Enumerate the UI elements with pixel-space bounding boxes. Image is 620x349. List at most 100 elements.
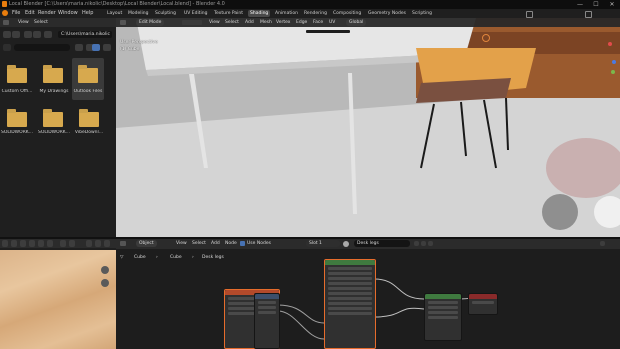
gizmo-y-axis-icon[interactable] (611, 70, 615, 74)
breadcrumb-item: Cube (170, 255, 182, 260)
editor-type-icon[interactable] (2, 240, 8, 247)
image-icon[interactable] (29, 240, 35, 247)
viewport-menu-select[interactable]: Select (225, 20, 239, 25)
fake-user-icon[interactable] (414, 241, 419, 246)
node-editor-header: Object View Select Add Node Use Nodes Sl… (116, 239, 620, 249)
file-browser-toolbar: C:\Users\maria.nikolic (0, 29, 116, 40)
blender-menu-icon[interactable] (2, 10, 8, 16)
uv-icon[interactable] (47, 240, 53, 247)
tab-sculpting[interactable]: Sculpting (153, 10, 178, 17)
tab-shading[interactable]: Shading (248, 10, 271, 17)
file-menu-select[interactable]: Select (34, 20, 48, 25)
use-nodes-checkbox[interactable] (240, 241, 245, 246)
refresh-icon[interactable] (33, 31, 41, 38)
node-menu-view[interactable]: View (176, 241, 187, 246)
tab-animation[interactable]: Animation (273, 10, 300, 17)
viewport-menu-view[interactable]: View (209, 20, 220, 25)
slot-icon[interactable] (60, 240, 66, 247)
view-icon[interactable] (11, 240, 17, 247)
folder-item[interactable]: VibeDownl... (72, 104, 106, 148)
editor-type-icon[interactable] (3, 20, 9, 25)
path-field[interactable]: C:\Users\maria.nikolic (58, 31, 112, 38)
forward-arrow-icon[interactable] (12, 31, 20, 38)
viewport-menu-vertex[interactable]: Vertex (276, 20, 290, 25)
pin-icon[interactable] (600, 241, 605, 246)
3d-cursor-icon (482, 34, 490, 42)
editor-type-icon[interactable] (120, 20, 126, 25)
folder-icon (78, 65, 98, 83)
viewport-menu-uv[interactable]: UV (329, 20, 335, 25)
folder-item[interactable]: Custom Offi... (0, 56, 40, 100)
gizmo-x-axis-icon[interactable] (608, 42, 612, 46)
folder-icon (79, 109, 99, 127)
node-menu-add[interactable]: Add (211, 241, 220, 246)
output-node[interactable] (468, 293, 498, 315)
shader-node-editor[interactable]: Object View Select Add Node Use Nodes Sl… (116, 239, 620, 349)
viewport-menu-face[interactable]: Face (313, 20, 323, 25)
principled-bsdf-node[interactable] (324, 259, 376, 349)
file-menu-view[interactable]: View (18, 20, 29, 25)
tab-compositing[interactable]: Compositing (331, 10, 363, 17)
viewport-overlay-object: (1) Cube (120, 47, 140, 52)
3d-viewport[interactable]: Edit Mode View Select Add Mesh Vertex Ed… (116, 18, 620, 237)
settings-icon[interactable] (103, 44, 111, 51)
shader-type-selector[interactable]: Object (136, 240, 157, 247)
bookmark-icon[interactable] (3, 44, 11, 51)
brush-icon[interactable] (38, 240, 44, 247)
folder-item[interactable]: My Drawings (36, 56, 72, 100)
maximize-button[interactable]: ☐ (588, 0, 604, 9)
material-name-field[interactable]: Desk legs (354, 240, 410, 247)
node-menu-node[interactable]: Node (225, 241, 237, 246)
folder-item-selected[interactable]: Outlook Files (72, 58, 104, 100)
folder-label: SOLIDWORK... (0, 130, 34, 135)
scene-icon[interactable] (526, 11, 533, 18)
tab-layout[interactable]: Layout (105, 10, 124, 17)
channels-icon[interactable] (86, 240, 92, 247)
new-folder-icon[interactable] (44, 31, 52, 38)
close-button[interactable]: ✕ (604, 0, 620, 9)
viewport-overlay-title: User Perspective (120, 40, 158, 45)
new-material-icon[interactable] (421, 241, 426, 246)
material-output-node[interactable] (424, 293, 462, 341)
gizmo-icon[interactable] (95, 240, 101, 247)
transform-orientation[interactable]: Global (346, 19, 367, 26)
zoom-icon[interactable] (101, 266, 109, 274)
gizmo-z-axis-icon[interactable] (612, 60, 616, 64)
viewport-menu-edge[interactable]: Edge (296, 20, 307, 25)
filter-search-input[interactable] (14, 44, 70, 51)
pan-icon[interactable] (101, 279, 109, 287)
menu-edit[interactable]: Edit (25, 10, 35, 16)
unlink-icon[interactable] (428, 241, 433, 246)
tab-texture-paint[interactable]: Texture Paint (212, 10, 245, 17)
folder-item[interactable]: SOLIDWORK... (36, 104, 72, 148)
view-layer-icon[interactable] (585, 11, 592, 18)
menu-help[interactable]: Help (82, 10, 93, 16)
wood-texture-image[interactable] (0, 250, 116, 349)
filter-icon[interactable] (92, 44, 100, 51)
minimize-button[interactable]: — (572, 0, 588, 9)
material-slot-selector[interactable]: Slot 1 (306, 240, 340, 247)
select-mode-icons[interactable] (182, 20, 202, 25)
parent-directory-icon[interactable] (24, 31, 32, 38)
tab-rendering[interactable]: Rendering (302, 10, 329, 17)
tab-uv-editing[interactable]: UV Editing (182, 10, 209, 17)
overlay-icon[interactable] (104, 240, 110, 247)
mode-selector[interactable]: Edit Mode (136, 19, 165, 26)
editor-type-icon[interactable] (120, 241, 126, 246)
folder-item[interactable]: SOLIDWORK... (0, 104, 40, 148)
pin-icon[interactable] (69, 240, 75, 247)
tab-modeling[interactable]: Modeling (126, 10, 150, 17)
tool-icon[interactable] (20, 240, 26, 247)
tab-geometry-nodes[interactable]: Geometry Nodes (366, 10, 408, 17)
viewport-menu-add[interactable]: Add (245, 20, 254, 25)
menu-file[interactable]: File (12, 10, 20, 16)
breadcrumb-separator: › (192, 255, 194, 260)
tab-scripting[interactable]: Scripting (410, 10, 434, 17)
menu-window[interactable]: Window (58, 10, 78, 16)
viewport-menu-mesh[interactable]: Mesh (260, 20, 272, 25)
back-arrow-icon[interactable] (3, 31, 11, 38)
menu-render[interactable]: Render (38, 10, 56, 16)
node-menu-select[interactable]: Select (192, 241, 206, 246)
display-mode-icon[interactable] (75, 44, 83, 51)
mapping-node[interactable] (254, 293, 280, 349)
